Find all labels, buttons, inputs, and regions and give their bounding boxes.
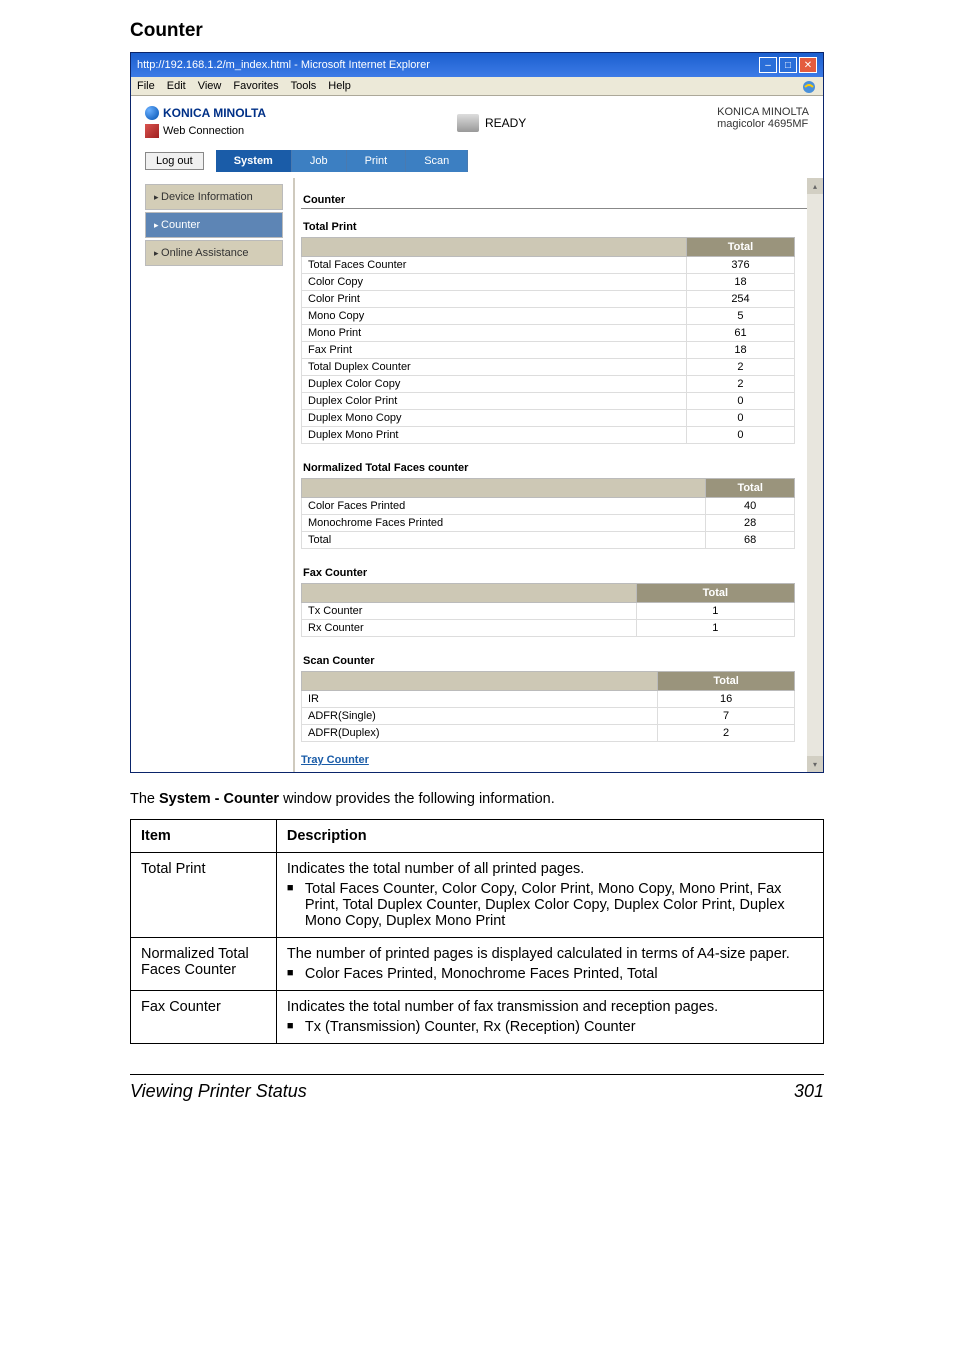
page-content: KONICA MINOLTA Web Connection READY KONI… xyxy=(131,96,823,772)
menu-edit[interactable]: Edit xyxy=(167,80,186,92)
table-row: Duplex Mono Print0 xyxy=(302,427,795,444)
sidebar-item-counter[interactable]: Counter xyxy=(145,212,283,238)
tab-job[interactable]: Job xyxy=(292,150,347,172)
pagescope-text: Web Connection xyxy=(163,125,244,137)
browser-menubar: File Edit View Favorites Tools Help xyxy=(131,77,823,96)
menu-favorites[interactable]: Favorites xyxy=(233,80,278,92)
main-panel: ▴ ▾ Counter Total Print Total Total Face… xyxy=(293,178,823,772)
panel-title: Counter xyxy=(301,188,817,209)
tab-system[interactable]: System xyxy=(216,150,292,172)
table-row: Total68 xyxy=(302,532,795,549)
desc-item: Normalized Total Faces Counter xyxy=(131,938,277,991)
km-globe-icon xyxy=(145,106,159,120)
description-table: Item Description Total Print Indicates t… xyxy=(130,819,824,1044)
menu-help[interactable]: Help xyxy=(328,80,351,92)
table-row: Mono Print61 xyxy=(302,325,795,342)
page-footer: Viewing Printer Status 301 xyxy=(130,1074,824,1102)
table-row: Rx Counter1 xyxy=(302,620,795,637)
page-heading: Counter xyxy=(130,20,824,42)
scroll-up-button[interactable]: ▴ xyxy=(807,178,823,194)
printer-icon xyxy=(457,114,479,132)
fax-heading: Fax Counter xyxy=(301,561,817,583)
table-row: ADFR(Duplex)2 xyxy=(302,725,795,742)
table-row: IR16 xyxy=(302,691,795,708)
ie-logo-icon xyxy=(801,79,817,95)
footer-section-title: Viewing Printer Status xyxy=(130,1081,307,1102)
total-print-table: Total Total Faces Counter376 Color Copy1… xyxy=(301,237,795,444)
desc-text: Indicates the total number of all printe… xyxy=(276,853,823,938)
close-button[interactable]: ✕ xyxy=(799,57,817,73)
scan-heading: Scan Counter xyxy=(301,649,817,671)
table-row: Duplex Color Copy2 xyxy=(302,376,795,393)
tray-counter-heading[interactable]: Tray Counter xyxy=(301,754,817,766)
desc-row: Total Print Indicates the total number o… xyxy=(131,853,824,938)
total-print-heading: Total Print xyxy=(301,215,817,237)
device-info: KONICA MINOLTA magicolor 4695MF xyxy=(717,106,809,138)
desc-row: Fax Counter Indicates the total number o… xyxy=(131,991,824,1044)
table-row: Color Copy18 xyxy=(302,274,795,291)
desc-th-item: Item xyxy=(131,820,277,853)
table-row: Total Duplex Counter2 xyxy=(302,359,795,376)
window-titlebar: http://192.168.1.2/m_index.html - Micros… xyxy=(131,53,823,77)
scan-table: Total IR16 ADFR(Single)7 ADFR(Duplex)2 xyxy=(301,671,795,742)
menu-file[interactable]: File xyxy=(137,80,155,92)
fax-table: Total Tx Counter1 Rx Counter1 xyxy=(301,583,795,637)
normalized-heading: Normalized Total Faces counter xyxy=(301,456,817,478)
browser-window: http://192.168.1.2/m_index.html - Micros… xyxy=(130,52,824,773)
table-row: Duplex Mono Copy0 xyxy=(302,410,795,427)
tab-scan[interactable]: Scan xyxy=(406,150,468,172)
table-row: Duplex Color Print0 xyxy=(302,393,795,410)
desc-row: Normalized Total Faces Counter The numbe… xyxy=(131,938,824,991)
titlebar-text: http://192.168.1.2/m_index.html - Micros… xyxy=(137,59,430,71)
desc-text: Indicates the total number of fax transm… xyxy=(276,991,823,1044)
desc-text: The number of printed pages is displayed… xyxy=(276,938,823,991)
footer-page-number: 301 xyxy=(794,1081,824,1102)
table-row: Tx Counter1 xyxy=(302,603,795,620)
intro-text: The System - Counter window provides the… xyxy=(130,791,824,807)
normalized-table: Total Color Faces Printed40 Monochrome F… xyxy=(301,478,795,549)
pagescope-icon xyxy=(145,124,159,138)
total-print-total-hdr: Total xyxy=(686,238,794,257)
normalized-total-hdr: Total xyxy=(706,479,795,498)
sidebar-item-device-info[interactable]: Device Information xyxy=(145,184,283,210)
table-row: Mono Copy5 xyxy=(302,308,795,325)
table-row: Total Faces Counter376 xyxy=(302,257,795,274)
logout-button[interactable]: Log out xyxy=(145,152,204,170)
fax-total-hdr: Total xyxy=(636,584,794,603)
sidebar-item-online-assist[interactable]: Online Assistance xyxy=(145,240,283,266)
status-text: READY xyxy=(485,116,526,130)
tab-strip: System Job Print Scan xyxy=(216,150,469,172)
desc-item: Total Print xyxy=(131,853,277,938)
menu-view[interactable]: View xyxy=(198,80,222,92)
window-buttons: – □ ✕ xyxy=(759,57,817,73)
device-brand: KONICA MINOLTA xyxy=(717,106,809,118)
scroll-down-button[interactable]: ▾ xyxy=(807,756,823,772)
sidebar: Device Information Counter Online Assist… xyxy=(145,184,283,772)
maximize-button[interactable]: □ xyxy=(779,57,797,73)
table-row: Color Print254 xyxy=(302,291,795,308)
table-row: Fax Print18 xyxy=(302,342,795,359)
tab-print[interactable]: Print xyxy=(347,150,407,172)
table-row: Color Faces Printed40 xyxy=(302,498,795,515)
desc-item: Fax Counter xyxy=(131,991,277,1044)
device-model: magicolor 4695MF xyxy=(717,118,809,130)
km-brand-text: KONICA MINOLTA xyxy=(163,106,266,120)
menu-tools[interactable]: Tools xyxy=(291,80,317,92)
desc-th-description: Description xyxy=(276,820,823,853)
scan-total-hdr: Total xyxy=(658,672,795,691)
table-row: Monochrome Faces Printed28 xyxy=(302,515,795,532)
table-row: ADFR(Single)7 xyxy=(302,708,795,725)
status-block: READY xyxy=(457,108,526,138)
brand-block: KONICA MINOLTA Web Connection xyxy=(145,106,266,138)
minimize-button[interactable]: – xyxy=(759,57,777,73)
